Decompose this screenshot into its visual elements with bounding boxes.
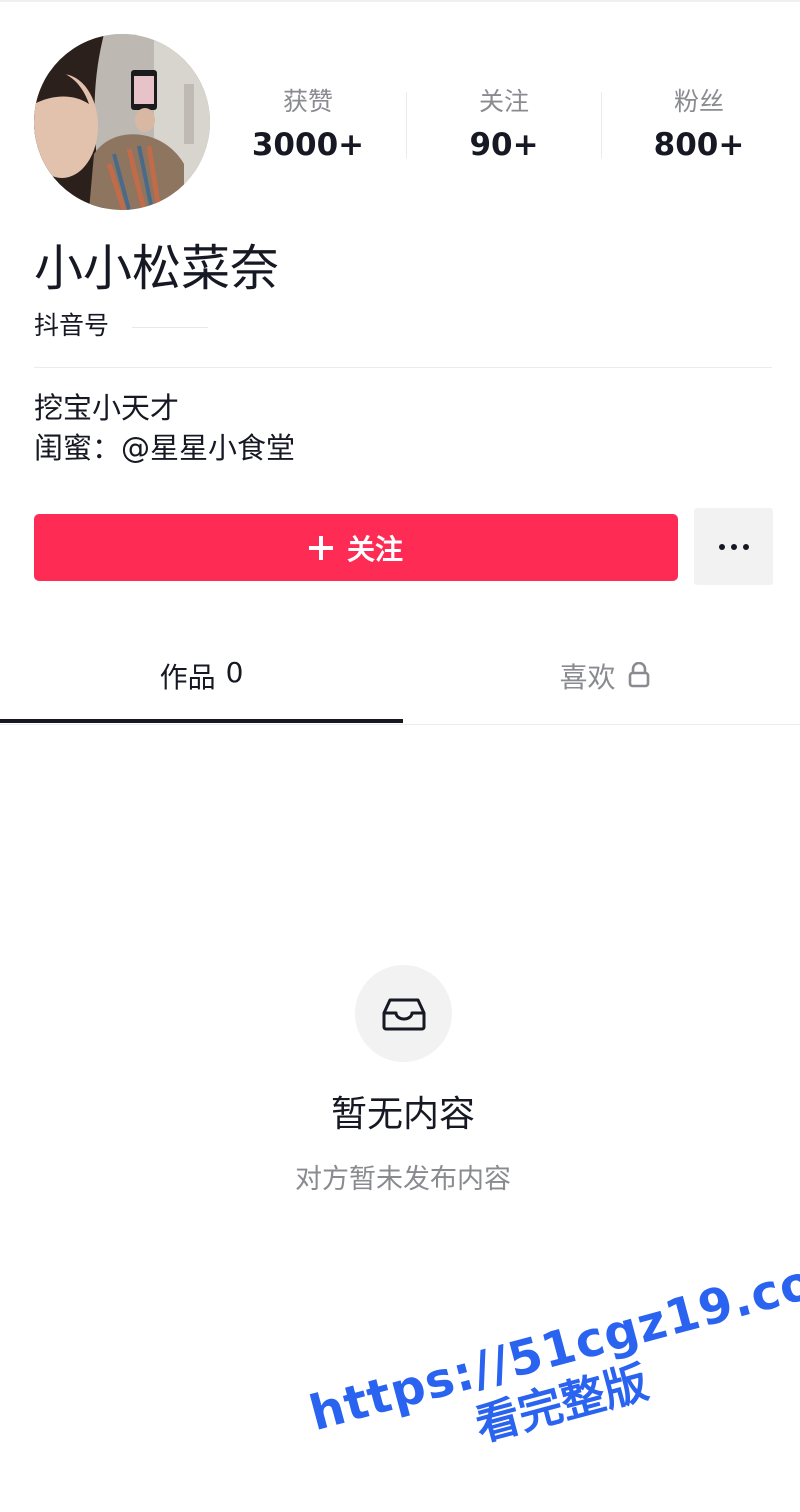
bio-line: 挖宝小天才	[34, 391, 180, 425]
inbox-icon	[382, 998, 425, 1030]
section-divider	[34, 367, 772, 368]
watermark: https://51cgz19.com 看完整版	[304, 1240, 800, 1512]
top-border	[0, 0, 800, 2]
profile-tabs: 作品 0 喜欢	[0, 640, 800, 725]
stat-followers[interactable]: 粉丝 800+	[601, 86, 797, 176]
lock-icon	[628, 662, 649, 688]
active-tab-indicator	[0, 719, 403, 723]
bio-line-mention[interactable]: 闺蜜：@星星小食堂	[34, 428, 295, 468]
stat-value: 800+	[653, 127, 745, 163]
follow-button[interactable]: 关注	[34, 514, 678, 581]
nickname: 小小松菜奈	[34, 240, 280, 297]
more-dots-icon	[718, 543, 749, 550]
empty-state-title: 暂无内容	[330, 1094, 475, 1135]
douyin-id-label: 抖音号	[34, 311, 110, 340]
empty-state-subtitle: 对方暂未发布内容	[295, 1164, 511, 1195]
empty-state-icon-wrap	[355, 965, 452, 1062]
tab-label: 喜欢	[559, 661, 616, 694]
stat-value: 90+	[469, 127, 539, 163]
douyin-id-value[interactable]	[132, 324, 208, 328]
stat-likes[interactable]: 获赞 3000+	[210, 86, 406, 176]
profile-page: 获赞 3000+ 关注 90+ 粉丝 800+ 小小松菜奈 抖音号 挖宝小天才 …	[0, 0, 800, 1512]
tab-likes[interactable]: 喜欢	[403, 640, 800, 724]
plus-icon	[308, 535, 333, 560]
stat-value: 3000+	[251, 127, 365, 163]
stat-label: 获赞	[282, 87, 333, 116]
tab-count: 0	[225, 656, 244, 689]
stat-label: 关注	[478, 87, 529, 116]
follow-label: 关注	[346, 532, 403, 566]
stat-following[interactable]: 关注 90+	[406, 86, 602, 176]
stat-label: 粉丝	[673, 87, 724, 116]
stats-row: 获赞 3000+ 关注 90+ 粉丝 800+	[210, 86, 800, 176]
avatar[interactable]	[34, 34, 210, 210]
bio: 挖宝小天才 闺蜜：@星星小食堂	[34, 388, 295, 468]
more-button[interactable]	[694, 508, 773, 585]
tab-works[interactable]: 作品 0	[0, 640, 403, 724]
tab-label: 作品	[159, 661, 216, 694]
avatar-photo	[34, 34, 210, 210]
